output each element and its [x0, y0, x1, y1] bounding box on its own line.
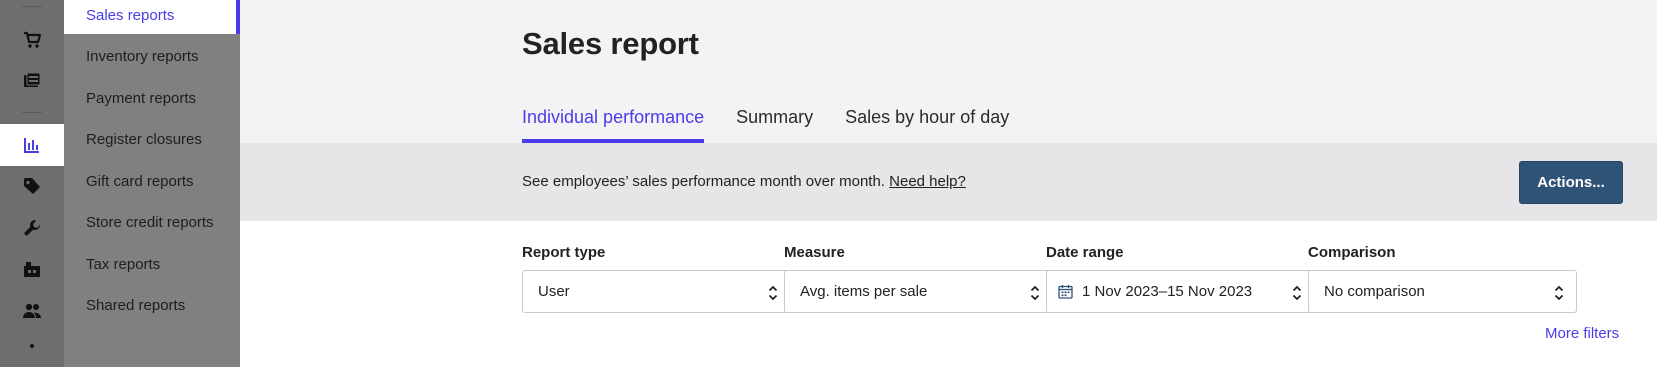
- subnav-item-inventory-reports[interactable]: Inventory reports: [64, 38, 240, 75]
- tab-summary[interactable]: Summary: [736, 104, 813, 143]
- up-down-arrows-icon: [1292, 285, 1302, 301]
- people-icon: [23, 303, 41, 318]
- nav-setup-button[interactable]: [0, 207, 64, 249]
- subnav-item-tax-reports[interactable]: Tax reports: [64, 246, 240, 283]
- reports-subnav: Sales reports Inventory reports Payment …: [64, 0, 240, 367]
- reports-icon: [24, 138, 39, 153]
- subnav-item-payment-reports[interactable]: Payment reports: [64, 80, 240, 117]
- comparison-filter: Comparison No comparison: [1308, 244, 1577, 313]
- report-type-select[interactable]: User: [522, 270, 791, 313]
- need-help-link[interactable]: Need help?: [889, 173, 966, 190]
- register-icon: [24, 72, 41, 87]
- measure-select[interactable]: Avg. items per sale: [784, 270, 1053, 313]
- date-range-select[interactable]: 1 Nov 2023–15 Nov 2023: [1046, 270, 1315, 313]
- subnav-item-sales-reports[interactable]: Sales reports: [64, 0, 240, 34]
- partial-icon: [30, 344, 34, 348]
- banner-description: See employees’ sales performance month o…: [522, 173, 885, 190]
- report-type-label: Report type: [522, 244, 606, 261]
- nav-register-button[interactable]: [0, 60, 64, 102]
- measure-value: Avg. items per sale: [800, 283, 928, 300]
- subnav-item-gift-card-reports[interactable]: Gift card reports: [64, 163, 240, 200]
- comparison-label: Comparison: [1308, 244, 1396, 261]
- nav-reports-button[interactable]: [0, 124, 64, 166]
- tab-sales-by-hour[interactable]: Sales by hour of day: [845, 104, 1009, 143]
- report-type-filter: Report type User: [522, 244, 791, 313]
- rail-divider: [22, 6, 42, 7]
- up-down-arrows-icon: [1554, 285, 1564, 301]
- subnav-item-register-closures[interactable]: Register closures: [64, 121, 240, 158]
- date-range-value: 1 Nov 2023–15 Nov 2023: [1082, 283, 1253, 300]
- measure-label: Measure: [784, 244, 845, 261]
- wrench-icon: [24, 220, 40, 236]
- cart-icon: [24, 31, 42, 48]
- icon-rail: [0, 0, 64, 367]
- tag-icon: [24, 178, 40, 194]
- info-banner: See employees’ sales performance month o…: [240, 143, 1657, 221]
- nav-store-button[interactable]: [0, 248, 64, 290]
- more-filters-link[interactable]: More filters: [1545, 325, 1619, 342]
- main-content: Sales report Individual performance Summ…: [240, 0, 1657, 367]
- up-down-arrows-icon: [1030, 285, 1040, 301]
- comparison-value: No comparison: [1324, 283, 1425, 300]
- subnav-item-shared-reports[interactable]: Shared reports: [64, 287, 240, 324]
- nav-more-button[interactable]: [0, 340, 64, 367]
- nav-sales-button[interactable]: [0, 19, 64, 61]
- banner-text: See employees’ sales performance month o…: [522, 173, 966, 190]
- up-down-arrows-icon: [768, 285, 778, 301]
- nav-customers-button[interactable]: [0, 290, 64, 332]
- actions-button[interactable]: Actions...: [1519, 161, 1623, 204]
- subnav-item-store-credit-reports[interactable]: Store credit reports: [64, 204, 240, 241]
- calendar-icon: [1058, 285, 1073, 299]
- comparison-select[interactable]: No comparison: [1308, 270, 1577, 313]
- store-icon: [24, 262, 40, 277]
- date-range-label: Date range: [1046, 244, 1124, 261]
- report-tabs: Individual performance Summary Sales by …: [522, 104, 1041, 143]
- tab-individual-performance[interactable]: Individual performance: [522, 104, 705, 143]
- page-title: Sales report: [522, 26, 699, 61]
- rail-divider: [22, 112, 42, 113]
- nav-products-button[interactable]: [0, 165, 64, 207]
- page-header: Sales report Individual performance Summ…: [240, 0, 1657, 143]
- date-range-filter: Date range 1 Nov 2023–15 Nov 2023: [1046, 244, 1315, 313]
- measure-filter: Measure Avg. items per sale: [784, 244, 1053, 313]
- report-type-value: User: [538, 283, 570, 300]
